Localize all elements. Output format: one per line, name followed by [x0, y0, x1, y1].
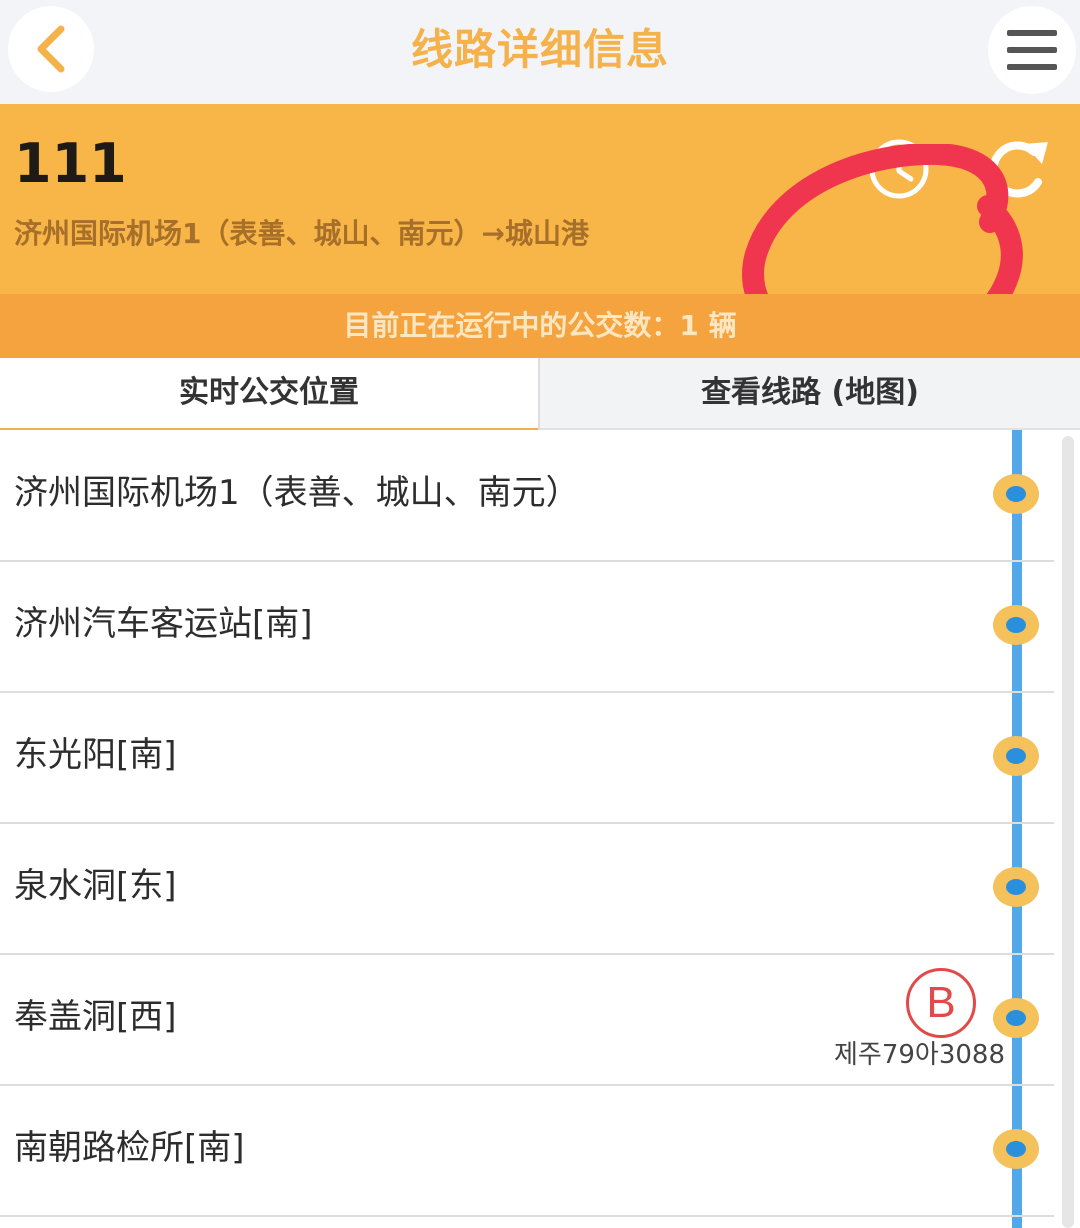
chevron-left-icon [37, 25, 65, 73]
top-navigation-bar: 线路详细信息 [0, 0, 1080, 104]
stop-marker-icon [993, 474, 1039, 514]
stop-marker-icon [993, 867, 1039, 907]
stop-marker-icon [993, 1129, 1039, 1169]
tab-bar: 实时公交位置 查看线路 (地图) [0, 358, 1080, 430]
tab-view-route-map[interactable]: 查看线路 (地图) [540, 358, 1080, 430]
running-bus-count-banner: 目前正在运行中的公交数：1 辆 [0, 294, 1080, 358]
stop-name: 东光阳[南] [14, 735, 177, 775]
stop-row[interactable]: 济州汽车客运站[南] [0, 561, 1054, 693]
stop-marker-icon [993, 998, 1039, 1038]
stop-name: 奉盖洞[西] [14, 997, 177, 1037]
route-direction: 济州国际机场1（表善、城山、南元）→城山港 [14, 217, 589, 250]
tab-realtime-bus-location[interactable]: 实时公交位置 [0, 358, 538, 430]
stop-marker-icon [993, 736, 1039, 776]
stop-name: 南朝路检所[南] [14, 1128, 245, 1168]
stop-row[interactable]: 南朝路检所[南] [0, 1085, 1054, 1217]
refresh-button[interactable] [984, 132, 1054, 204]
page-title: 线路详细信息 [410, 25, 669, 74]
route-header: 111 济州国际机场1（表善、城山、南元）→城山港 [0, 104, 1080, 383]
stop-row[interactable]: 东光阳[南] [0, 692, 1054, 824]
stop-list[interactable]: 济州国际机场1（表善、城山、南元） 济州汽车客运站[南] 东光阳[南] 泉水洞[… [0, 430, 1080, 1228]
stop-marker-icon [993, 605, 1039, 645]
menu-button[interactable] [988, 6, 1076, 94]
stop-row[interactable]: 济州国际机场1（表善、城山、南元） [0, 430, 1054, 562]
route-number: 111 [14, 132, 127, 195]
refresh-icon [989, 141, 1048, 198]
stop-row[interactable]: 奉盖洞[西] B 제주79아3088 [0, 954, 1054, 1086]
stop-row[interactable]: 泉水洞[东] [0, 823, 1054, 955]
hamburger-menu-icon [1007, 30, 1057, 70]
timetable-button[interactable] [866, 136, 932, 202]
stop-name: 济州汽车客运站[南] [14, 604, 313, 644]
stop-name: 泉水洞[东] [14, 866, 177, 906]
back-button[interactable] [8, 6, 94, 92]
bus-plate-number: 제주79아3088 [834, 1040, 1006, 1070]
bus-badge-icon[interactable]: B [906, 968, 976, 1038]
scrollbar[interactable] [1062, 436, 1074, 1228]
stop-name: 济州国际机场1（表善、城山、南元） [14, 473, 580, 513]
clock-icon [869, 139, 929, 199]
